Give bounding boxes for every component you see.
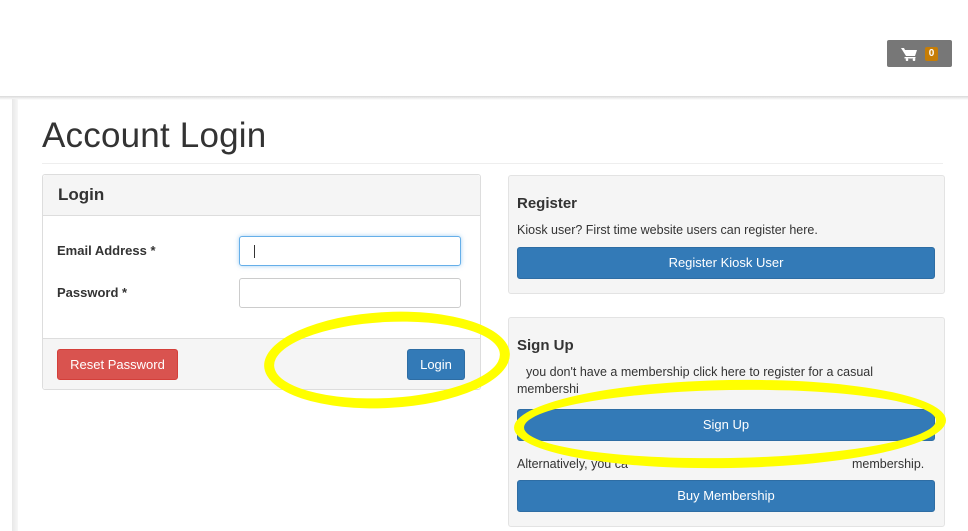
login-panel-footer: Reset Password Login	[43, 338, 480, 389]
register-panel: Register Kiosk user? First time website …	[508, 175, 945, 294]
title-divider	[42, 163, 943, 164]
signup-heading: Sign Up	[517, 337, 574, 354]
sign-up-button[interactable]: Sign Up	[517, 409, 935, 441]
signup-panel: Sign Up you don't have a membership clic…	[508, 317, 945, 527]
email-field[interactable]	[239, 236, 461, 266]
login-panel: Login Email Address * Password * Reset P…	[42, 174, 481, 390]
cart-count-badge: 0	[925, 46, 938, 61]
buy-membership-button[interactable]: Buy Membership	[517, 480, 935, 512]
top-bar-shadow	[0, 96, 968, 100]
register-kiosk-user-button[interactable]: Register Kiosk User	[517, 247, 935, 279]
alternative-text-end: membership.	[852, 457, 925, 471]
page-title: Account Login	[42, 116, 267, 155]
shopping-cart-icon	[901, 47, 917, 61]
register-text: Kiosk user? First time website users can…	[517, 223, 818, 237]
alternative-text-start: Alternatively, you ca	[517, 457, 628, 471]
signup-text-line1: you don't have a membership click here t…	[526, 365, 874, 379]
top-bar: 0	[0, 0, 968, 96]
text-caret	[254, 245, 255, 258]
cart-button[interactable]: 0	[887, 40, 952, 67]
password-label: Password *	[57, 285, 128, 300]
page-left-edge	[12, 99, 18, 531]
reset-password-button[interactable]: Reset Password	[57, 349, 178, 380]
login-button[interactable]: Login	[407, 349, 465, 380]
email-label: Email Address *	[57, 243, 156, 258]
signup-text-line2: membershi	[517, 382, 579, 396]
password-field[interactable]	[239, 278, 461, 308]
login-panel-heading: Login	[43, 175, 480, 216]
register-heading: Register	[517, 195, 578, 212]
